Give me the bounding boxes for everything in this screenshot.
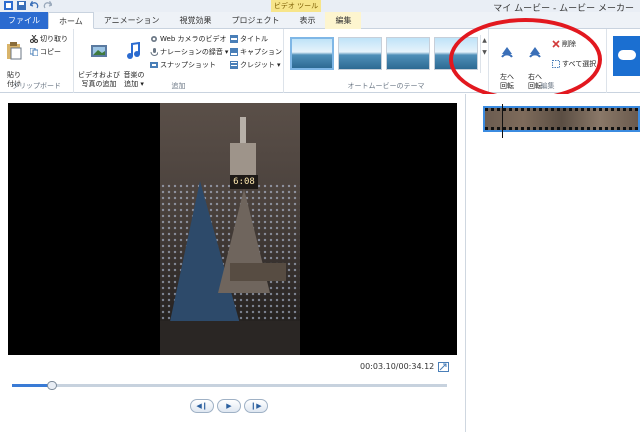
theme-thumbnail[interactable]: [290, 37, 334, 70]
tower-deck: [230, 263, 286, 281]
preview-pane: 6:08 00:03.10/00:34.12 ◀❙ ▶ ❙▶: [0, 94, 465, 432]
play-icon: ▶: [226, 402, 232, 410]
credits-label: クレジット: [240, 61, 275, 69]
onedrive-button[interactable]: [613, 36, 640, 76]
cloud-icon: [618, 50, 636, 60]
caption-icon: [230, 48, 238, 56]
group-label-clipboard: クリップボード: [12, 82, 61, 90]
previous-frame-icon: ◀❙: [196, 402, 208, 410]
next-frame-icon: ❙▶: [250, 402, 262, 410]
caption-label: キャプション: [240, 48, 282, 56]
group-clipboard: 貼り 付け 切り取り コピー クリップボード: [0, 29, 74, 93]
cut-label: 切り取り: [40, 35, 68, 43]
video-clip[interactable]: [483, 106, 640, 132]
group-label-themes: オートムービーのテーマ: [347, 82, 425, 90]
cut-button[interactable]: 切り取り: [30, 34, 68, 44]
narration-dropdown-icon: ▾: [224, 48, 229, 56]
copy-icon: [29, 47, 39, 57]
record-narration-button[interactable]: ナレーションの録音 ▾: [150, 47, 228, 57]
credits-icon: [230, 61, 238, 69]
film-photo-icon: [90, 42, 108, 60]
timecode-display: 00:03.10/00:34.12: [360, 362, 435, 371]
playback-controls: ◀❙ ▶ ❙▶: [190, 399, 268, 413]
undo-icon[interactable]: [28, 0, 39, 10]
seek-progress-fill: [12, 384, 52, 387]
copy-label: コピー: [40, 48, 61, 56]
quick-access-toolbar: [4, 0, 54, 10]
record-narration-label: ナレーションの録音: [160, 48, 223, 56]
tab-edit[interactable]: 編集: [325, 12, 362, 29]
fullscreen-button[interactable]: [438, 362, 449, 372]
video-preview[interactable]: 6:08: [8, 103, 457, 355]
app-menu-icon[interactable]: [4, 1, 13, 10]
storyboard-pane: [466, 94, 640, 432]
next-frame-button[interactable]: ❙▶: [244, 399, 268, 413]
webcam-video-label: Web カメラのビデオ: [160, 35, 227, 43]
tab-animation[interactable]: アニメーション: [94, 12, 170, 29]
tab-visual-effects[interactable]: 視覚効果: [169, 12, 221, 29]
film-perforations: [485, 127, 638, 130]
save-icon[interactable]: [17, 1, 26, 10]
scissors-icon: [30, 34, 38, 43]
ground: [160, 321, 300, 355]
title-label: タイトル: [240, 35, 268, 43]
theme-thumbnail[interactable]: [338, 37, 382, 70]
webcam-video-button[interactable]: Web カメラのビデオ: [150, 34, 227, 44]
playhead[interactable]: [502, 104, 503, 138]
play-button[interactable]: ▶: [217, 399, 241, 413]
redo-icon[interactable]: [43, 0, 54, 10]
tab-project[interactable]: プロジェクト: [221, 12, 289, 29]
copy-button[interactable]: コピー: [29, 47, 61, 57]
tower-clock: 6:08: [230, 175, 258, 189]
group-add: ビデオおよび 写真の追加 音楽の 追加 ▾ Web カメラのビデオ ナレーション…: [74, 29, 284, 93]
title-icon: [230, 35, 238, 43]
title-bar: ビデオ ツール マイ ムービー - ムービー メーカー: [0, 0, 640, 14]
video-frame-sapporo-tv-tower: 6:08: [160, 103, 300, 355]
group-label-add: 追加: [171, 82, 186, 90]
webcam-icon: [150, 35, 158, 43]
snapshot-button[interactable]: スナップショット: [150, 60, 216, 70]
seek-thumb[interactable]: [46, 381, 57, 390]
film-perforations: [485, 108, 638, 111]
credits-dropdown-icon: ▾: [277, 61, 281, 69]
theme-thumbnail[interactable]: [386, 37, 430, 70]
credits-button[interactable]: クレジット ▾: [230, 60, 281, 70]
annotation-ellipse: [449, 18, 602, 101]
video-tools-contextual-label: ビデオ ツール: [271, 0, 321, 12]
seek-bar[interactable]: [12, 381, 447, 390]
microphone-icon: [150, 48, 159, 56]
snapshot-label: スナップショット: [160, 61, 216, 69]
title-button[interactable]: タイトル: [230, 34, 268, 44]
tab-home[interactable]: ホーム: [48, 12, 94, 29]
tab-view[interactable]: 表示: [289, 12, 325, 29]
expand-icon: [439, 363, 447, 371]
caption-button[interactable]: キャプション: [230, 47, 282, 57]
snapshot-icon: [150, 61, 158, 69]
music-note-icon: [125, 41, 143, 60]
tab-file[interactable]: ファイル: [0, 12, 48, 29]
paste-icon: [5, 42, 23, 60]
tower-upper: [230, 143, 256, 175]
previous-frame-button[interactable]: ◀❙: [190, 399, 214, 413]
